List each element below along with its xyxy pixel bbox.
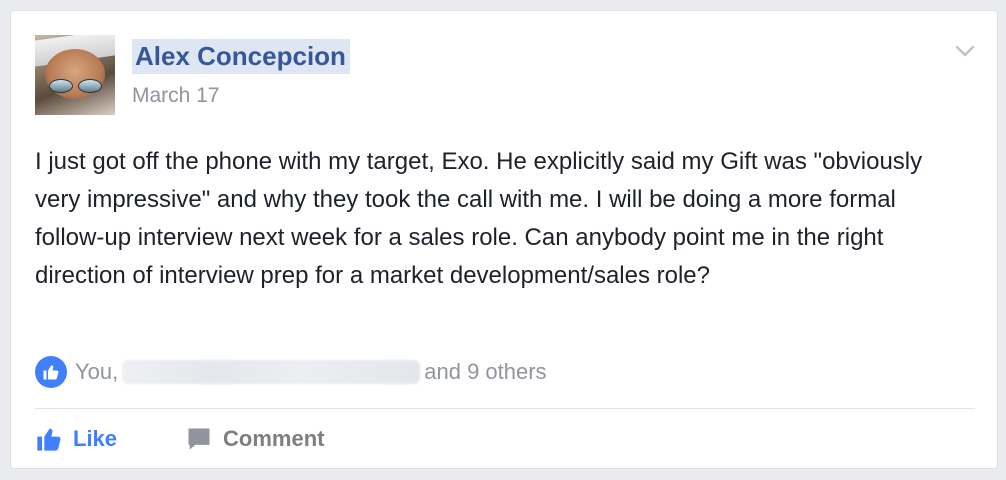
reactions-summary[interactable]: You, and 9 others bbox=[35, 355, 547, 389]
post-options-chevron-icon[interactable] bbox=[953, 41, 977, 61]
comment-button[interactable]: Comment bbox=[185, 425, 324, 453]
post-card: Alex Concepcion March 17 I just got off … bbox=[10, 10, 998, 469]
avatar-sunglasses bbox=[49, 79, 103, 93]
speech-bubble-icon bbox=[188, 428, 210, 450]
post-date-link[interactable]: March 17 bbox=[132, 83, 220, 109]
reactions-others-link[interactable]: and 9 others bbox=[424, 359, 546, 385]
post-body: I just got off the phone with my target,… bbox=[35, 148, 923, 289]
divider bbox=[35, 408, 975, 409]
comment-label: Comment bbox=[223, 426, 325, 451]
like-label: Like bbox=[73, 426, 118, 451]
author-name-link[interactable]: Alex Concepcion bbox=[132, 39, 350, 74]
thumbs-up-icon bbox=[35, 356, 67, 388]
thumbs-up-icon bbox=[37, 428, 61, 451]
reactions-you-label: You, bbox=[75, 359, 119, 384]
blurred-names bbox=[122, 360, 421, 384]
action-bar: Like Comment bbox=[35, 421, 324, 457]
like-button[interactable]: Like bbox=[35, 425, 117, 453]
avatar[interactable] bbox=[35, 35, 115, 115]
